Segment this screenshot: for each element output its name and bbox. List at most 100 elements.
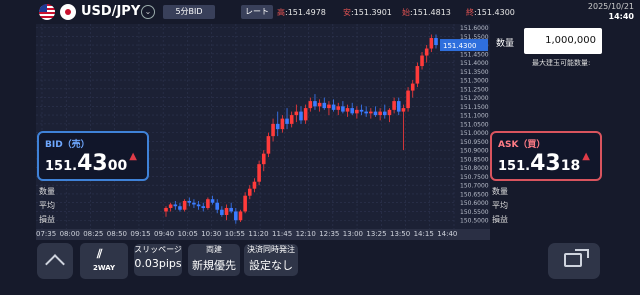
x-tick-label: 10:55 <box>224 230 245 238</box>
candle-body <box>308 101 313 109</box>
ask-price: 151.4318 <box>498 151 581 176</box>
candle-body <box>164 207 168 212</box>
y-tick-label: 150.8500 <box>460 156 489 163</box>
bid-button[interactable]: BID（売） 151.4300 ▲ <box>37 131 149 181</box>
y-tick-label: 151.4000 <box>460 60 489 67</box>
left-pnl-label: 損益 <box>39 215 55 224</box>
up-arrow-icon: ▲ <box>582 151 590 162</box>
slippage-label: スリッページ <box>134 245 182 254</box>
right-pnl-label: 損益 <box>492 215 508 224</box>
y-tick-label: 151.1000 <box>460 113 489 120</box>
candle-body <box>229 207 233 212</box>
candle-body <box>317 102 322 107</box>
y-tick-label: 151.2500 <box>460 86 489 93</box>
y-tick-label: 151.4500 <box>460 51 489 58</box>
y-tick-label: 151.0000 <box>460 130 489 137</box>
hedge-setting[interactable]: 両建 新規優先 <box>188 244 240 276</box>
up-arrow-icon: ▲ <box>129 151 137 162</box>
candle-body <box>331 104 336 110</box>
jp-flag-icon <box>60 4 76 20</box>
high-value: 高:151.4978 <box>277 8 326 17</box>
hedge-label: 両建 <box>206 245 222 254</box>
candle-body <box>285 118 289 124</box>
candle-body <box>369 111 373 114</box>
candle-body <box>364 111 368 114</box>
candle-body <box>294 111 299 116</box>
candle-body <box>382 111 387 116</box>
candle-body <box>271 123 275 137</box>
right-quantity-label: 数量 <box>492 187 508 196</box>
candle-body <box>373 111 378 116</box>
candle-body <box>201 206 206 208</box>
left-panel <box>0 24 36 240</box>
x-tick-label: 12:10 <box>295 230 316 238</box>
rate-button[interactable]: レート <box>241 5 273 19</box>
y-tick-label: 151.6000 <box>460 25 489 32</box>
settle-value: 設定なし <box>249 259 293 272</box>
candle-body <box>257 164 261 182</box>
candle-body <box>424 48 429 56</box>
x-tick-label: 11:45 <box>272 230 293 238</box>
candle-body <box>234 211 238 221</box>
x-tick-label: 11:20 <box>248 230 269 238</box>
x-tick-label: 13:00 <box>342 230 363 238</box>
quantity-label: 数量 <box>496 39 515 49</box>
candle-body <box>243 195 247 212</box>
ask-button[interactable]: ASK（買） 151.4318 ▲ <box>490 131 602 181</box>
candle-body <box>322 102 327 109</box>
x-tick-label: 07:35 <box>36 230 57 238</box>
candle-body <box>345 108 350 112</box>
x-tick-label: 10:05 <box>177 230 198 238</box>
x-tick-label: 09:15 <box>130 230 151 238</box>
twoway-button[interactable]: ⫽ 2WAY <box>80 243 128 279</box>
ask-title: ASK（買） <box>498 140 546 150</box>
y-tick-label: 150.5500 <box>460 209 489 216</box>
slippage-setting[interactable]: スリッページ 0.03pips <box>134 244 182 276</box>
period-button[interactable]: 5分BID <box>163 5 215 19</box>
candle-body <box>303 108 308 121</box>
candle-body <box>280 118 285 130</box>
candle-body <box>173 204 178 207</box>
expand-up-button[interactable] <box>37 243 73 279</box>
candle-body <box>220 209 224 215</box>
y-tick-label: 150.7500 <box>460 174 489 181</box>
swap-layout-button[interactable] <box>548 243 600 279</box>
settle-setting[interactable]: 決済同時発注 設定なし <box>244 244 298 276</box>
candle-body <box>378 111 382 116</box>
chevron-down-icon[interactable]: ⌄ <box>141 5 155 19</box>
y-tick-label: 151.1500 <box>460 104 489 111</box>
currency-pair[interactable]: USD/JPY <box>81 4 140 19</box>
candle-body <box>429 38 434 49</box>
candle-body <box>387 109 392 116</box>
x-tick-label: 09:40 <box>154 230 175 238</box>
y-tick-label: 150.9500 <box>460 139 489 146</box>
y-tick-label: 151.3500 <box>460 69 489 76</box>
x-tick-label: 12:35 <box>319 230 340 238</box>
candle-body <box>192 202 196 205</box>
y-tick-label: 151.2000 <box>460 95 489 102</box>
candle-body <box>187 200 192 203</box>
x-tick-label: 10:30 <box>201 230 222 238</box>
quantity-input[interactable]: 1,000,000 <box>524 28 602 54</box>
candle-body <box>299 111 303 121</box>
x-tick-label: 14:15 <box>413 230 434 238</box>
twoway-label: 2WAY <box>92 264 116 272</box>
candle-body <box>196 204 201 207</box>
datetime: 2025/10/21 14:40 <box>588 2 634 22</box>
top-bar: USD/JPY ⌄ 5分BID レート 高:151.4978 安:151.390… <box>0 0 640 24</box>
candle-body <box>266 136 271 154</box>
candle-body <box>406 90 410 109</box>
y-tick-label: 151.0500 <box>460 121 489 128</box>
close-value: 終:151.4300 <box>466 8 515 17</box>
y-tick-label: 151.3000 <box>460 78 489 85</box>
x-tick-label: 14:40 <box>437 230 458 238</box>
price-chart[interactable]: 151.6000151.5500151.5000151.4500151.4000… <box>36 24 490 229</box>
candle-body <box>275 123 280 130</box>
y-tick-label: 150.8000 <box>460 165 489 172</box>
twoway-icon: ⫽ <box>97 247 103 261</box>
x-tick-label: 08:25 <box>83 230 104 238</box>
us-flag-icon <box>39 4 55 20</box>
candle-body <box>252 181 257 189</box>
candle-body <box>415 66 420 84</box>
x-tick-label: 13:25 <box>366 230 387 238</box>
